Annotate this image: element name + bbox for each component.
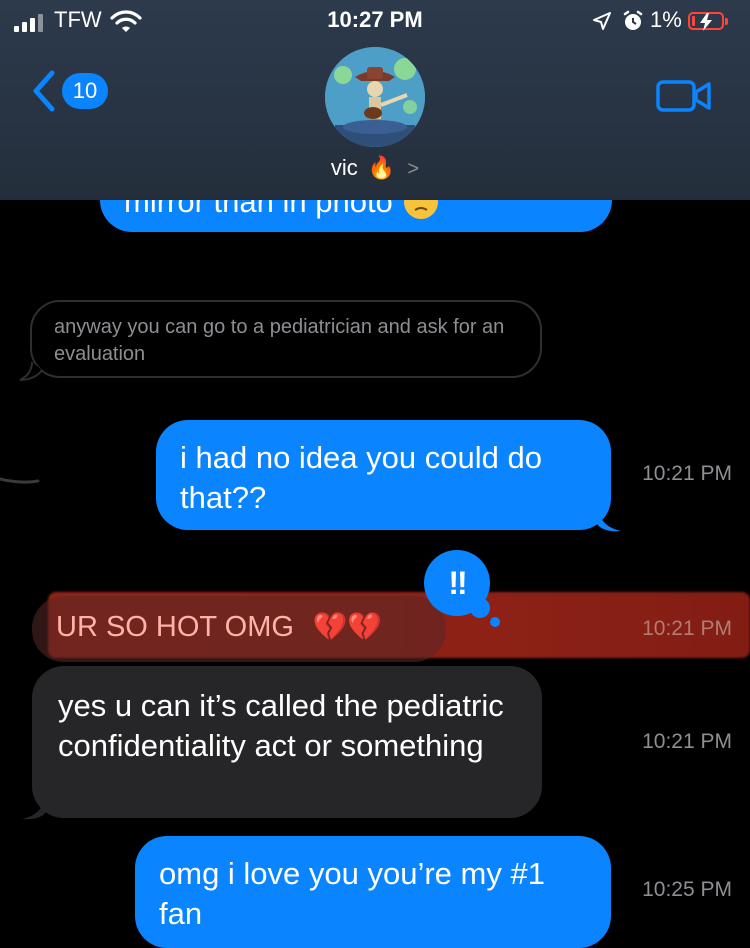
quoted-message[interactable]: anyway you can go to a pediatrician and … xyxy=(30,300,542,378)
message-bubble-received[interactable]: yes u can it’s called the pediatric conf… xyxy=(22,666,542,820)
message-bubble-sent[interactable]: i had no idea you could do that?? xyxy=(156,420,621,532)
message-timestamp: 10:25 PM xyxy=(642,878,732,901)
message-timestamp: 10:21 PM xyxy=(642,617,732,640)
location-arrow-icon xyxy=(593,12,611,30)
avatar-image xyxy=(325,47,425,147)
message-text: omg i love you you’re my #1 fan xyxy=(159,856,545,931)
contact-name: vic xyxy=(330,155,358,180)
fire-emoji: 🔥 xyxy=(367,155,396,180)
broken-heart-emoji: 💔💔 xyxy=(312,611,383,642)
chevron-right-icon: > xyxy=(407,158,420,180)
quoted-tail xyxy=(19,362,43,381)
contact-avatar[interactable] xyxy=(325,47,425,147)
alarm-icon xyxy=(623,10,643,30)
message-bubble-sent[interactable]: omg i love you you’re my #1 fan xyxy=(135,836,611,948)
video-call-icon[interactable] xyxy=(656,78,712,114)
contact-name-button[interactable]: vic 🔥 > xyxy=(0,155,750,181)
back-button[interactable]: 10 xyxy=(32,70,108,112)
conversation-header: TFW 10:27 PM 1% 10 vic 🔥 > xyxy=(0,0,750,200)
chevron-left-icon xyxy=(33,70,55,112)
battery-icon xyxy=(688,12,728,31)
status-bar: TFW 10:27 PM 1% xyxy=(0,6,750,36)
message-text: UR SO HOT OMG xyxy=(56,611,294,643)
message-text: yes u can it’s called the pediatric conf… xyxy=(58,688,504,763)
reaction-bubble-dot xyxy=(490,617,500,627)
message-timestamp: 10:21 PM xyxy=(642,730,732,753)
quoted-message-text: anyway you can go to a pediatrician and … xyxy=(54,316,505,365)
annotation-stroke xyxy=(0,477,40,484)
battery-percent: 1% xyxy=(650,7,682,32)
unread-count-badge: 10 xyxy=(62,73,108,109)
reaction-label: !! xyxy=(448,564,467,601)
message-bubble-received[interactable]: UR SO HOT OMG 💔💔 xyxy=(32,596,446,662)
message-text: i had no idea you could do that?? xyxy=(180,440,542,515)
reaction-bubble-dot xyxy=(470,598,490,618)
message-timestamp: 10:21 PM xyxy=(642,462,732,485)
